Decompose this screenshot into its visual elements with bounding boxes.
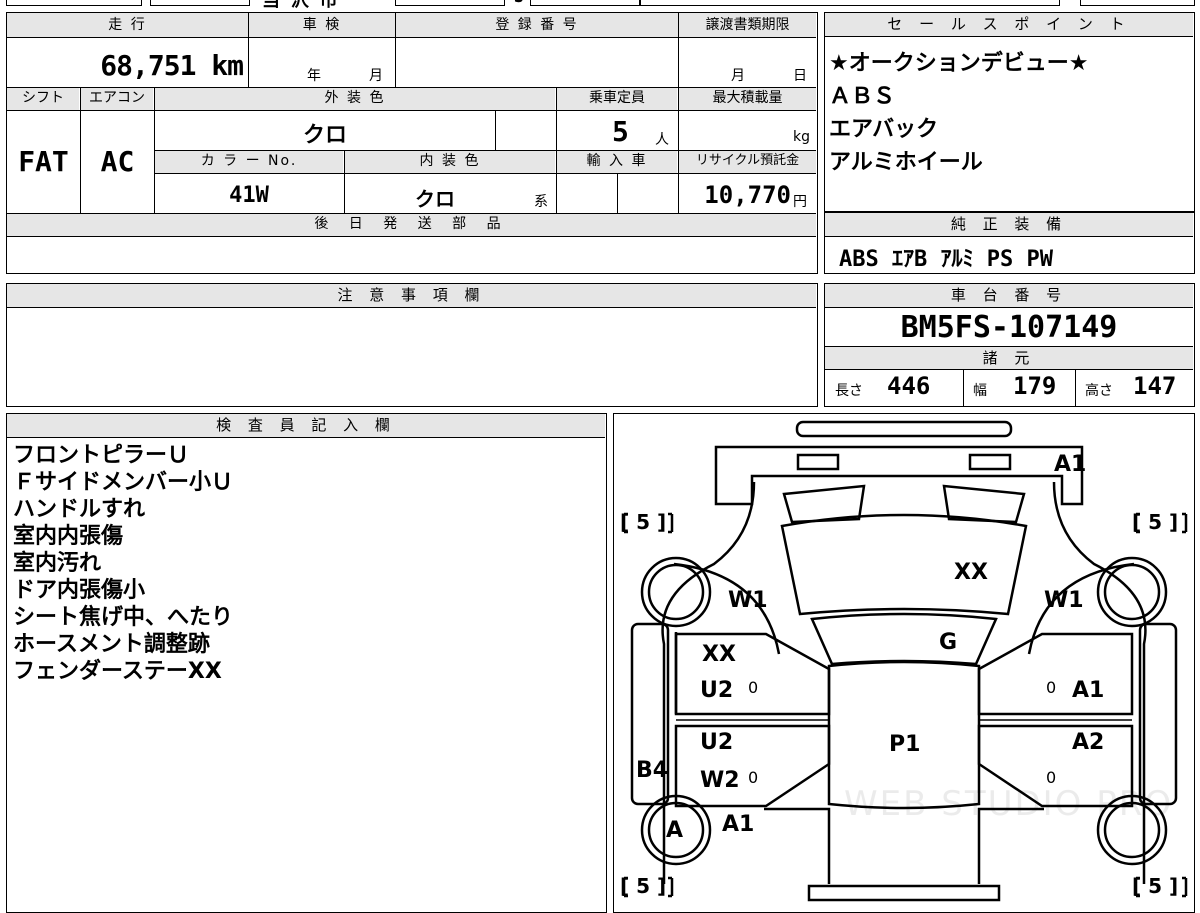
shift-value: FAT [18, 145, 69, 178]
length-value: 446 [887, 372, 931, 400]
top-fragment-a: 当 沢 市 [262, 0, 338, 11]
exterior-color-label: 外 装 色 [155, 88, 555, 110]
registration-label: 登 録 番 号 [396, 13, 678, 37]
hood-code: XX [954, 560, 988, 585]
inspector-box: 検 査 員 記 入 欄 フロントピラーＵ Ｆサイドメンバー小Ｕ ハンドルすれ 室… [6, 413, 607, 913]
recycle-value: 10,770 [704, 181, 791, 209]
interior-color-label: 内 装 色 [345, 151, 555, 173]
vehicle-info-table: 走 行 車 検 登 録 番 号 譲渡書類期限 68,751 km 年 月 月 日… [6, 12, 818, 274]
notes-label: 注 意 事 項 欄 [7, 284, 816, 308]
inspector-line: 室内内張傷 [13, 524, 124, 549]
door-fl-zero: 0 [748, 678, 759, 697]
transfer-deadline-label: 譲渡書類期限 [679, 13, 816, 37]
interior-color-suffix: 系 [534, 194, 548, 210]
tire-depth-fl: [ 5 ] [620, 510, 667, 534]
sales-points-box: セ ー ル ス ポ イ ン ト ★オークションデビュー★ ＡＢＳ エアバック ア… [824, 12, 1195, 212]
sales-point-item: ★オークションデビュー★ [829, 51, 1089, 76]
tire-depth-fr: [ 5 ] [1132, 510, 1179, 534]
height-value: 147 [1133, 372, 1177, 400]
sales-point-item: エアバック [829, 117, 939, 142]
chassis-label: 車 台 番 号 [825, 284, 1193, 308]
fender-right-code: W1 [1044, 588, 1084, 613]
door-rl-code-2: W2 [700, 768, 740, 793]
exterior-color-value: クロ [302, 123, 347, 148]
watermark: WEB STUDIO PRO [844, 784, 1174, 824]
chassis-box: 車 台 番 号 BM5FS-107149 諸 元 長さ 446 幅 179 高さ… [824, 283, 1195, 407]
door-rl-zero: 0 [748, 768, 759, 787]
door-fl-code-2: U2 [700, 678, 734, 703]
door-rl-code: U2 [700, 730, 734, 755]
max-load-unit: kg [793, 129, 810, 145]
inspector-line: ドア内張傷小 [13, 578, 146, 603]
fender-left-code: W1 [728, 588, 768, 613]
sales-point-item: ＡＢＳ [829, 84, 896, 109]
quarter-rl-code: A1 [722, 812, 755, 837]
inspector-line: シート焦げ中、へたり [13, 605, 234, 630]
tire-depth-rl: [ 5 ] [620, 874, 667, 898]
door-fr-code: A1 [1072, 678, 1105, 703]
color-no-value: 41W [229, 183, 269, 208]
shift-label: シフト [7, 88, 79, 110]
front-bumper-code: A1 [1054, 452, 1087, 477]
inspector-line: ハンドルすれ [13, 497, 146, 522]
roof-code: P1 [889, 732, 921, 757]
genuine-equipment-box: 純 正 装 備 ABS ｴｱB ｱﾙﾐ PS PW [824, 212, 1195, 274]
mileage-label: 走 行 [7, 13, 248, 37]
top-fragment-row: 当 沢 市 J [0, 0, 1200, 11]
door-rr-code: A2 [1072, 730, 1105, 755]
transfer-month-unit: 月 [731, 68, 745, 84]
genuine-equipment-value: ABS ｴｱB ｱﾙﾐ PS PW [839, 247, 1053, 272]
later-parts-label: 後 日 発 送 部 品 [7, 214, 816, 236]
chassis-value: BM5FS-107149 [900, 310, 1118, 345]
sales-point-item: アルミホイール [829, 150, 983, 175]
height-label: 高さ [1085, 383, 1113, 399]
inspector-line: フェンダーステーXX [13, 659, 222, 684]
width-value: 179 [1013, 372, 1057, 400]
color-no-label: カ ラ ー No. [155, 151, 343, 173]
sales-points-list: ★オークションデビュー★ ＡＢＳ エアバック アルミホイール [829, 47, 1088, 179]
inspector-line: Ｆサイドメンバー小Ｕ [13, 470, 234, 495]
capacity-value: 5 [612, 115, 629, 148]
inspection-label: 車 検 [249, 13, 395, 37]
wheel-rl-code: A [666, 818, 684, 843]
pillar-left-code: B4 [636, 758, 669, 783]
tire-depth-rr: [ 5 ] [1132, 874, 1179, 898]
inspection-month-unit: 月 [369, 68, 383, 84]
notes-box: 注 意 事 項 欄 [6, 283, 818, 407]
import-label: 輸 入 車 [557, 151, 677, 173]
inspector-label: 検 査 員 記 入 欄 [7, 414, 605, 438]
specs-label: 諸 元 [825, 346, 1193, 370]
max-load-label: 最大積載量 [679, 88, 816, 110]
aircon-label: エアコン [81, 88, 153, 110]
inspector-line: 室内汚れ [13, 551, 102, 576]
recycle-label: リサイクル預託金 [679, 151, 816, 173]
width-label: 幅 [973, 383, 987, 399]
genuine-equipment-label: 純 正 装 備 [825, 213, 1193, 237]
door-fr-zero: 0 [1046, 678, 1057, 697]
inspector-list: フロントピラーＵ Ｆサイドメンバー小Ｕ ハンドルすれ 室内内張傷 室内汚れ ドア… [13, 442, 233, 685]
inspector-line: フロントピラーＵ [13, 443, 190, 468]
inspector-line: ホースメント調整跡 [13, 632, 210, 657]
damage-diagram: [ 5 ] [ 5 ] [ 5 ] [ 5 ] A1 XX W1 W1 G XX… [613, 413, 1195, 913]
aircon-value: AC [100, 145, 135, 178]
mileage-value: 68,751 km [100, 49, 244, 82]
top-fragment-b: J [514, 0, 525, 7]
sales-points-label: セ ー ル ス ポ イ ン ト [825, 13, 1193, 37]
transfer-day-unit: 日 [793, 68, 807, 84]
length-label: 長さ [835, 383, 863, 399]
door-fl-code: XX [702, 642, 736, 667]
windshield-code: G [939, 630, 958, 655]
capacity-unit: 人 [655, 132, 669, 148]
inspection-year-unit: 年 [307, 68, 321, 84]
recycle-unit: 円 [793, 194, 807, 210]
interior-color-value: クロ [415, 187, 455, 211]
capacity-label: 乗車定員 [557, 88, 677, 110]
